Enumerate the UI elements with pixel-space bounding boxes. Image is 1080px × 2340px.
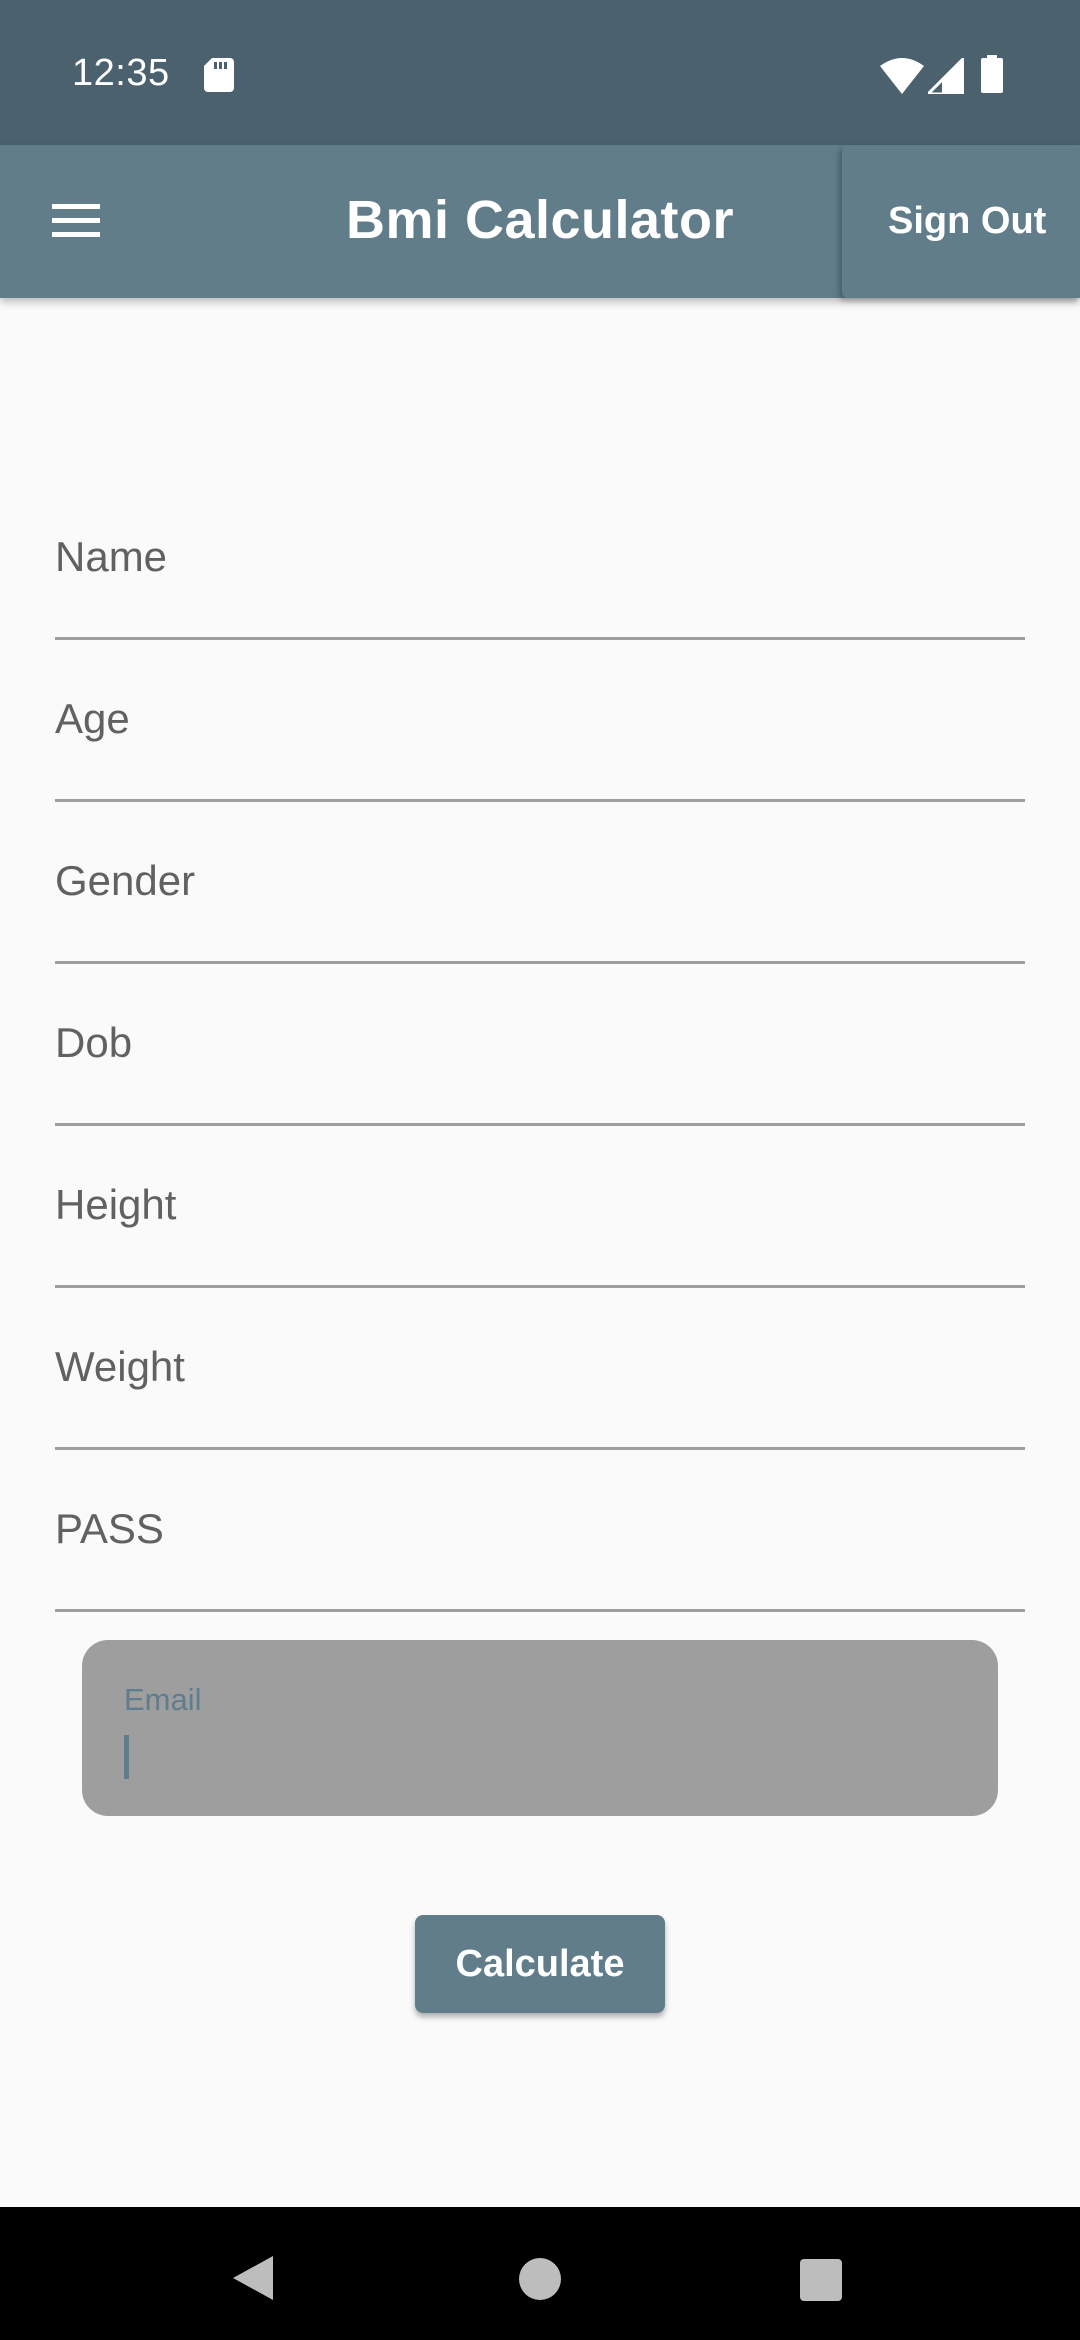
sd-card-icon [204, 58, 234, 92]
battery-icon [981, 55, 1003, 93]
back-icon[interactable] [233, 2254, 277, 2302]
pass-field-label: PASS [55, 1505, 164, 1552]
dob-field[interactable]: Dob [55, 964, 1025, 1126]
weight-field-label: Weight [55, 1343, 185, 1390]
status-time: 12:35 [72, 52, 170, 94]
home-icon[interactable] [518, 2257, 562, 2301]
signal-icon [928, 58, 964, 94]
gender-field[interactable]: Gender [55, 802, 1025, 964]
hamburger-menu-icon[interactable] [48, 200, 108, 242]
sign-out-button[interactable]: Sign Out [842, 145, 1080, 298]
text-cursor [124, 1735, 129, 1779]
name-field[interactable]: Name [55, 478, 1025, 640]
system-nav-bar [0, 2207, 1080, 2340]
calculate-button[interactable]: Calculate [415, 1915, 665, 2013]
recents-icon[interactable] [800, 2259, 842, 2301]
height-field[interactable]: Height [55, 1126, 1025, 1288]
name-field-label: Name [55, 533, 168, 580]
height-field-label: Height [55, 1181, 177, 1228]
email-field-label: Email [124, 1682, 202, 1717]
app-bar: Bmi Calculator Sign Out [0, 145, 1080, 298]
dob-field-label: Dob [55, 1019, 133, 1066]
status-bar: 12:35 [0, 0, 1080, 145]
age-field[interactable]: Age [55, 640, 1025, 802]
weight-field[interactable]: Weight [55, 1288, 1025, 1450]
age-field-label: Age [55, 695, 130, 742]
wifi-icon [880, 58, 924, 94]
gender-field-label: Gender [55, 857, 196, 904]
email-field[interactable]: Email [82, 1640, 998, 1816]
pass-field[interactable]: PASS [55, 1450, 1025, 1612]
